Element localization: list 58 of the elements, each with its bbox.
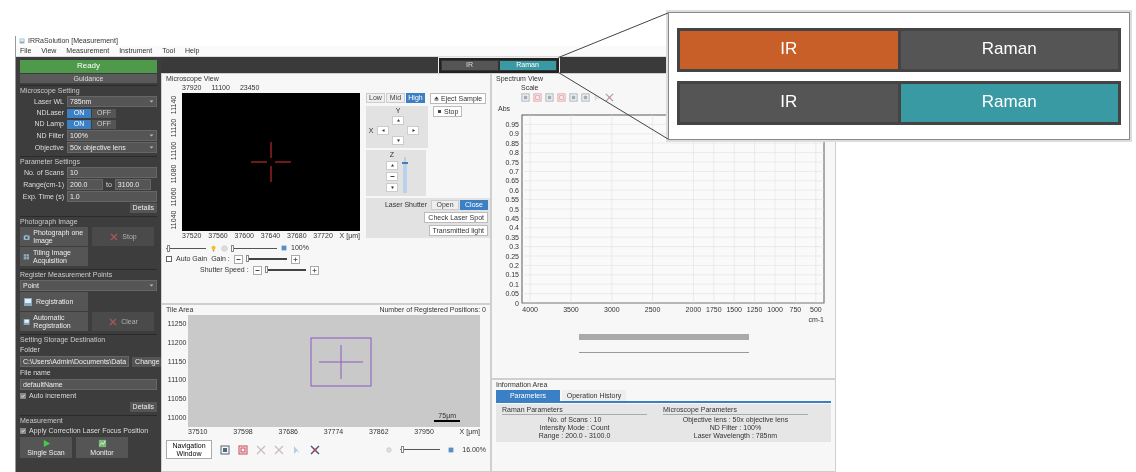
minus-icon — [389, 174, 395, 180]
circle-icon — [386, 446, 393, 453]
arrow-button[interactable] — [386, 183, 398, 193]
slider-thumb[interactable] — [167, 244, 170, 252]
bulb-icon — [210, 244, 217, 252]
arrow-button[interactable] — [392, 136, 404, 146]
grid-icon — [23, 251, 31, 262]
caret-icon — [149, 99, 154, 105]
arrow-button[interactable] — [386, 161, 398, 171]
arrow-button[interactable] — [407, 126, 419, 136]
stop-icon — [108, 316, 119, 327]
slider-thumb[interactable] — [402, 161, 408, 164]
mode-toggle[interactable]: IR — [680, 30, 898, 69]
down-arrow-icon — [395, 138, 401, 144]
left-arrow-icon — [380, 128, 386, 134]
step-button[interactable] — [290, 254, 300, 264]
minus-icon — [254, 267, 260, 273]
play-icon — [41, 438, 51, 448]
fit-icon[interactable] — [220, 444, 230, 455]
plus-icon — [292, 256, 298, 262]
slider-thumb[interactable] — [401, 446, 405, 454]
up-arrow-icon — [389, 163, 395, 169]
chart-icon — [97, 438, 107, 448]
caret-icon — [149, 283, 154, 289]
checkbox[interactable] — [20, 393, 26, 400]
mode-toggle[interactable]: Raman — [900, 30, 1118, 69]
slider[interactable] — [246, 258, 287, 261]
plus-icon — [311, 267, 317, 273]
circle-icon — [221, 244, 228, 252]
step-button[interactable] — [309, 265, 319, 275]
checkbox[interactable] — [166, 256, 172, 263]
step-button[interactable] — [252, 265, 262, 275]
step-button[interactable] — [233, 254, 243, 264]
crossed-arrows-icon[interactable] — [310, 444, 320, 455]
minus-icon — [235, 256, 241, 262]
stop-icon — [109, 231, 120, 242]
frame-icon[interactable] — [238, 444, 248, 455]
stop-icon — [437, 109, 442, 115]
position-marker — [310, 337, 372, 387]
slider-thumb[interactable] — [264, 266, 268, 274]
mode-toggle[interactable]: IR — [680, 83, 898, 122]
pointer-icon[interactable] — [593, 93, 602, 103]
screen-icon — [19, 38, 25, 44]
up-arrow-icon — [395, 118, 401, 124]
arrow-button[interactable] — [392, 116, 404, 126]
arrow-button[interactable] — [386, 172, 398, 182]
screen-icon — [23, 316, 31, 327]
crosshair — [251, 142, 291, 183]
down-arrow-icon — [389, 185, 395, 191]
screen-icon — [23, 296, 33, 307]
slider-thumb[interactable] — [245, 255, 249, 263]
crossed-arrows-icon[interactable] — [605, 93, 614, 103]
eject-icon — [434, 96, 439, 102]
slider-thumb[interactable] — [231, 244, 234, 252]
checkbox[interactable] — [20, 428, 26, 435]
right-arrow-icon — [410, 128, 416, 134]
arrow-button[interactable] — [377, 126, 389, 136]
slider[interactable] — [265, 269, 306, 272]
